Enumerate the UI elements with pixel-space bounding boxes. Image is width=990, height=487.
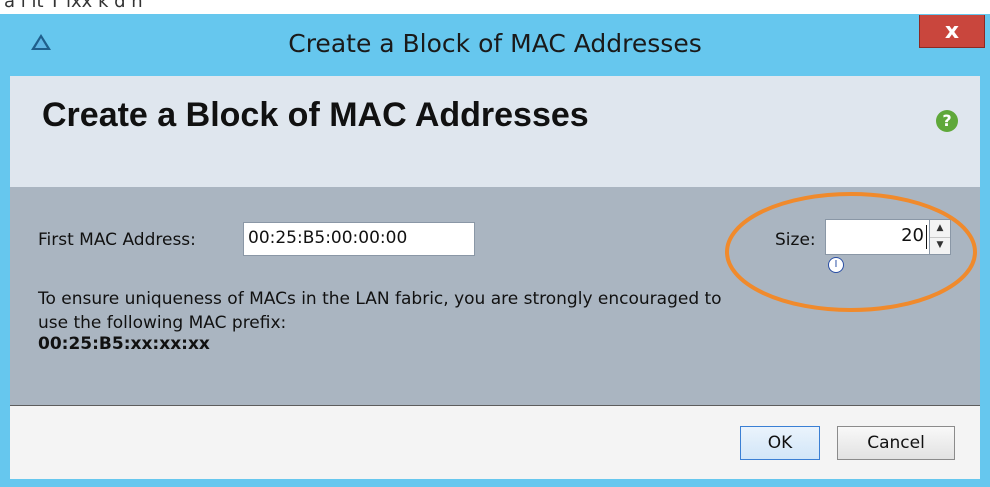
- first-mac-label: First MAC Address:: [38, 230, 196, 250]
- size-spinner[interactable]: 20 ▲ ▼: [825, 219, 951, 255]
- text-cursor-icon: I: [828, 257, 844, 273]
- dialog-content: Create a Block of MAC Addresses ? First …: [10, 76, 980, 480]
- form-panel: First MAC Address: 00:25:B5:00:00:00 Siz…: [10, 187, 980, 405]
- spin-buttons: ▲ ▼: [929, 220, 950, 254]
- dialog-footer: OK Cancel: [10, 405, 980, 480]
- cancel-button[interactable]: Cancel: [837, 426, 955, 460]
- close-button[interactable]: x: [919, 15, 985, 48]
- chevron-up-icon[interactable]: ▲: [930, 220, 950, 238]
- mac-prefix: 00:25:B5:xx:xx:xx: [38, 334, 210, 354]
- chevron-down-icon[interactable]: ▼: [930, 237, 950, 254]
- help-icon[interactable]: ?: [936, 110, 958, 132]
- first-mac-input[interactable]: 00:25:B5:00:00:00: [243, 222, 475, 256]
- dialog-header: Create a Block of MAC Addresses ?: [10, 76, 980, 187]
- background-text: a i lt T lxx k d n: [4, 0, 143, 12]
- background-window-strip: a i lt T lxx k d n: [0, 0, 990, 14]
- size-value: 20: [901, 225, 924, 246]
- window-title: Create a Block of MAC Addresses: [288, 29, 702, 58]
- title-bar[interactable]: Create a Block of MAC Addresses x: [0, 14, 990, 76]
- page-title: Create a Block of MAC Addresses: [42, 96, 589, 134]
- ok-button[interactable]: OK: [740, 426, 820, 460]
- size-label: Size:: [775, 230, 816, 250]
- text-caret: [926, 225, 927, 249]
- window-bottom-edge: [0, 479, 990, 487]
- dialog-window: Create a Block of MAC Addresses x Create…: [0, 14, 990, 487]
- uniqueness-hint: To ensure uniqueness of MACs in the LAN …: [38, 289, 722, 333]
